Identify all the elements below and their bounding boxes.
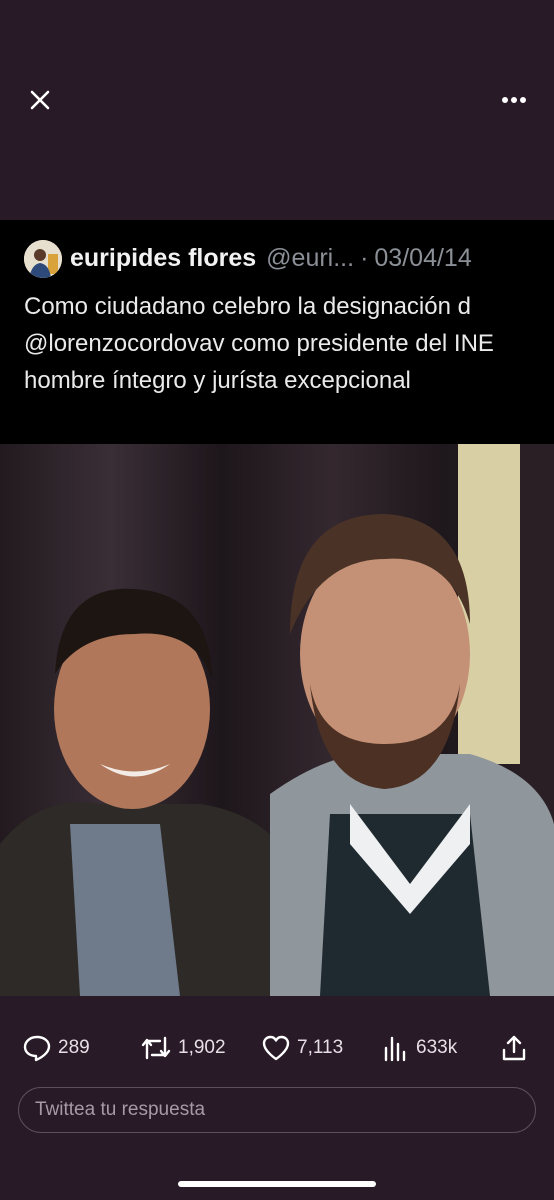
tweet-actions: 289 1,902 7,113 633k <box>0 1028 554 1068</box>
separator: · <box>360 244 369 272</box>
share-icon <box>502 1035 526 1061</box>
close-icon <box>30 90 50 110</box>
close-button[interactable] <box>22 82 58 118</box>
heart-icon <box>262 1035 290 1061</box>
author-name[interactable]: euripides flores <box>70 244 256 273</box>
more-options-button[interactable] <box>494 82 534 118</box>
like-button[interactable]: 7,113 <box>261 1028 343 1068</box>
share-button[interactable] <box>500 1028 534 1068</box>
tweet-date: 03/04/14 <box>374 244 472 272</box>
author-handle[interactable]: @euri... <box>266 244 354 273</box>
reply-placeholder: Twittea tu respuesta <box>35 1099 206 1120</box>
photo-image <box>0 444 554 996</box>
tweet-screenshot[interactable]: euripides flores @euri... · 03/04/14 Com… <box>0 220 554 996</box>
views-count: 633k <box>416 1037 458 1058</box>
viewer-top-bar <box>0 0 554 200</box>
retweet-icon <box>141 1036 171 1060</box>
reply-input[interactable]: Twittea tu respuesta <box>18 1087 536 1133</box>
tweet-photo[interactable] <box>0 444 554 996</box>
like-count: 7,113 <box>297 1037 344 1058</box>
reply-button[interactable]: 289 <box>22 1028 90 1068</box>
author-line: euripides flores @euri... · 03/04/14 <box>70 244 472 276</box>
more-horizontal-icon <box>502 97 526 103</box>
home-indicator[interactable] <box>178 1181 376 1187</box>
reply-count: 289 <box>58 1037 90 1058</box>
views-chart-icon <box>384 1036 406 1062</box>
retweet-button[interactable]: 1,902 <box>140 1028 226 1068</box>
reply-icon <box>23 1035 51 1062</box>
views-button[interactable]: 633k <box>382 1028 457 1068</box>
retweet-count: 1,902 <box>178 1037 226 1058</box>
avatar <box>24 240 62 278</box>
tweet-text: Como ciudadano celebro la designación d … <box>24 293 494 394</box>
quoted-tweet: euripides flores @euri... · 03/04/14 Com… <box>0 220 554 444</box>
